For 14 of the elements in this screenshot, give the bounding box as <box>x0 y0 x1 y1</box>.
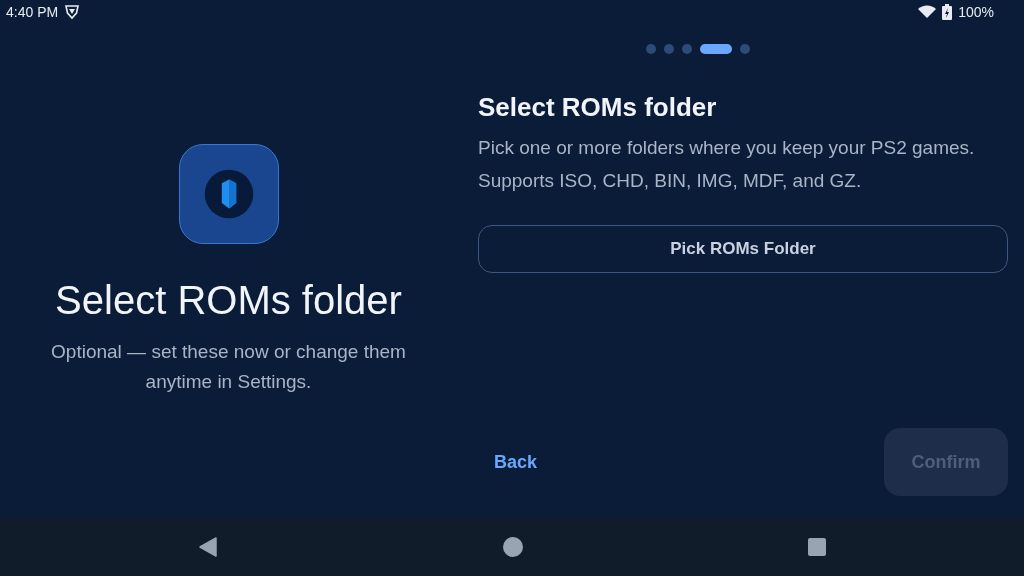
home-nav-icon[interactable] <box>503 537 523 557</box>
intro-title: Select ROMs folder <box>55 278 402 323</box>
step-title: Select ROMs folder <box>478 92 718 123</box>
step-description: Pick one or more folders where you keep your PS2 games. Supports ISO, CHD, BIN, IMG, MDF, and GZ. <box>478 136 976 193</box>
wifi-icon <box>918 5 937 19</box>
shield-icon <box>64 4 81 20</box>
back-button[interactable]: Back <box>478 443 554 481</box>
battery-icon <box>942 4 953 20</box>
intro-subtitle: Optional — set these now or change them anytime in Settings. <box>50 340 407 394</box>
pick-folder-button[interactable]: Pick ROMs Folder <box>478 225 1008 273</box>
app-icon <box>178 144 279 244</box>
clock-time: 4:40 PM <box>6 4 59 20</box>
back-nav-icon[interactable] <box>198 537 218 557</box>
battery-percent: 100% <box>958 4 994 20</box>
